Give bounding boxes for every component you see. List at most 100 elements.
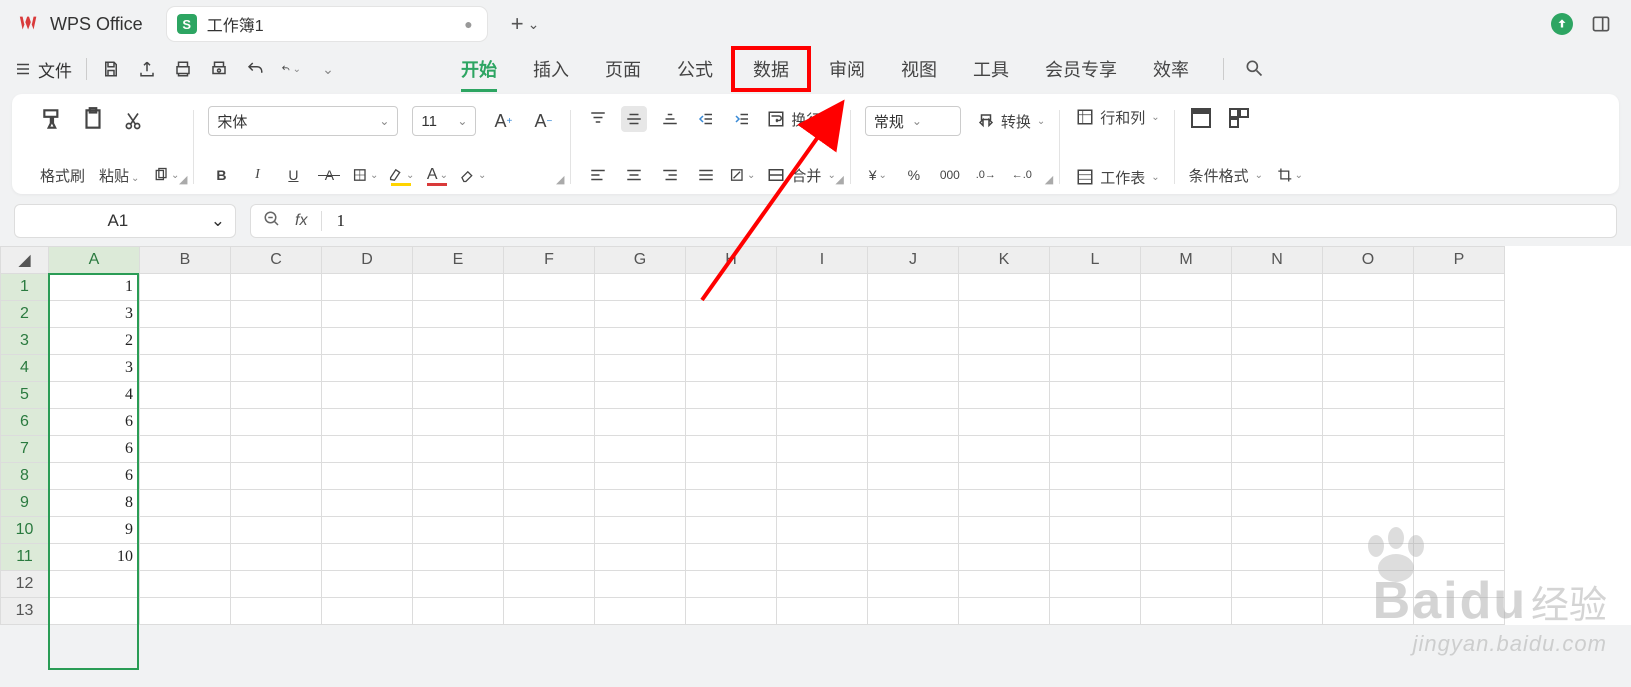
align-top-icon[interactable]: [585, 106, 611, 132]
cell[interactable]: [413, 436, 504, 463]
cell[interactable]: [686, 544, 777, 571]
percent-icon[interactable]: %: [901, 162, 927, 188]
cell[interactable]: 3: [49, 355, 140, 382]
cell[interactable]: 6: [49, 409, 140, 436]
cell[interactable]: [322, 328, 413, 355]
decrease-indent-icon[interactable]: [693, 106, 719, 132]
worksheet-button[interactable]: 工作表⌄: [1074, 166, 1159, 188]
row-header[interactable]: 9: [1, 490, 49, 517]
column-header[interactable]: M: [1141, 247, 1232, 274]
cell[interactable]: [140, 598, 231, 625]
cell[interactable]: [231, 463, 322, 490]
align-middle-icon[interactable]: [621, 106, 647, 132]
undo-icon[interactable]: [245, 59, 265, 79]
cell[interactable]: [868, 490, 959, 517]
crop-icon[interactable]: ⌄: [1277, 162, 1303, 188]
cell[interactable]: [504, 436, 595, 463]
cell[interactable]: [1323, 409, 1414, 436]
cell[interactable]: [1141, 274, 1232, 301]
cell[interactable]: 6: [49, 463, 140, 490]
cell[interactable]: [1141, 409, 1232, 436]
cell[interactable]: [1141, 517, 1232, 544]
cell[interactable]: [959, 301, 1050, 328]
cell[interactable]: [1323, 436, 1414, 463]
cell[interactable]: [959, 382, 1050, 409]
cell[interactable]: [504, 301, 595, 328]
cell[interactable]: [686, 274, 777, 301]
orientation-icon[interactable]: ⌄: [729, 162, 755, 188]
group-launcher-icon[interactable]: ◢: [179, 173, 187, 186]
formula-bar[interactable]: fx 1: [250, 204, 1617, 238]
row-header[interactable]: 5: [1, 382, 49, 409]
cell[interactable]: [959, 436, 1050, 463]
cell[interactable]: [686, 355, 777, 382]
number-format-select[interactable]: 常规 ⌄: [865, 106, 961, 136]
cell[interactable]: [868, 355, 959, 382]
strikethrough-icon[interactable]: A: [316, 162, 342, 188]
cell[interactable]: [595, 517, 686, 544]
cell[interactable]: [595, 436, 686, 463]
cell[interactable]: [595, 490, 686, 517]
cell[interactable]: [1050, 355, 1141, 382]
cell[interactable]: [595, 598, 686, 625]
cell[interactable]: 8: [49, 490, 140, 517]
cell[interactable]: [49, 571, 140, 598]
cell[interactable]: [322, 436, 413, 463]
cell[interactable]: [1141, 328, 1232, 355]
cell[interactable]: [413, 598, 504, 625]
document-tab[interactable]: S 工作簿1 ●: [167, 7, 487, 41]
cell[interactable]: [1050, 301, 1141, 328]
wrap-text-button[interactable]: 换行: [765, 108, 821, 130]
cell[interactable]: [140, 274, 231, 301]
comma-style-icon[interactable]: 000: [937, 162, 963, 188]
cell[interactable]: [504, 517, 595, 544]
cell[interactable]: [959, 409, 1050, 436]
cell[interactable]: [140, 436, 231, 463]
cell[interactable]: [959, 517, 1050, 544]
cell[interactable]: [322, 490, 413, 517]
cell[interactable]: [504, 382, 595, 409]
cell[interactable]: [1232, 571, 1323, 598]
cell[interactable]: [1141, 382, 1232, 409]
cell[interactable]: [686, 517, 777, 544]
cell[interactable]: [49, 598, 140, 625]
cell[interactable]: [1050, 544, 1141, 571]
column-header[interactable]: I: [777, 247, 868, 274]
print-preview-icon[interactable]: [209, 59, 229, 79]
column-header[interactable]: H: [686, 247, 777, 274]
cell[interactable]: [868, 328, 959, 355]
align-center-icon[interactable]: [621, 162, 647, 188]
row-header[interactable]: 4: [1, 355, 49, 382]
cell[interactable]: [140, 571, 231, 598]
cell[interactable]: [595, 409, 686, 436]
cell[interactable]: [1141, 436, 1232, 463]
fx-label[interactable]: fx: [295, 212, 307, 230]
cell[interactable]: [140, 355, 231, 382]
copy-icon[interactable]: ⌄: [153, 162, 179, 188]
row-header[interactable]: 7: [1, 436, 49, 463]
cell[interactable]: [1050, 598, 1141, 625]
cell[interactable]: [1050, 463, 1141, 490]
cell[interactable]: [959, 328, 1050, 355]
cell[interactable]: [322, 409, 413, 436]
cell[interactable]: [140, 382, 231, 409]
cell[interactable]: [1141, 301, 1232, 328]
row-header[interactable]: 6: [1, 409, 49, 436]
cell[interactable]: [777, 382, 868, 409]
cell[interactable]: 2: [49, 328, 140, 355]
column-header[interactable]: F: [504, 247, 595, 274]
row-header[interactable]: 8: [1, 463, 49, 490]
font-size-select[interactable]: 11 ⌄: [412, 106, 476, 136]
cell[interactable]: [1323, 301, 1414, 328]
cell[interactable]: [413, 328, 504, 355]
cell[interactable]: [1141, 544, 1232, 571]
align-left-icon[interactable]: [585, 162, 611, 188]
cell[interactable]: [1414, 274, 1505, 301]
cell[interactable]: [959, 490, 1050, 517]
cell[interactable]: [322, 355, 413, 382]
justify-icon[interactable]: [693, 162, 719, 188]
cell[interactable]: [322, 517, 413, 544]
cell[interactable]: [231, 274, 322, 301]
increase-font-icon[interactable]: A+: [490, 108, 516, 134]
cell[interactable]: [504, 355, 595, 382]
